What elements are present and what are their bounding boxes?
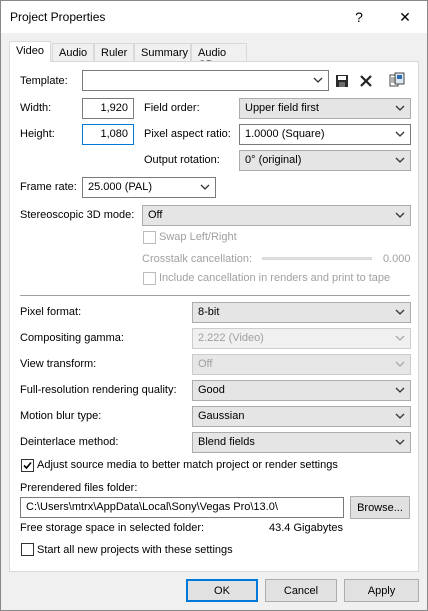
tab-audio-cd[interactable]: Audio CD (191, 43, 247, 71)
view-transform-select[interactable]: Off (192, 354, 411, 375)
tab-audio[interactable]: Audio (52, 43, 94, 61)
browse-button[interactable]: Browse... (350, 496, 410, 519)
free-space-label: Free storage space in selected folder: (20, 522, 205, 534)
height-label: Height: (20, 128, 55, 140)
tab-summary-label: Summary (141, 47, 189, 59)
stereo-3d-select[interactable]: Off (142, 205, 411, 226)
pixel-format-select[interactable]: 8-bit (192, 302, 411, 323)
save-icon (336, 75, 348, 87)
pixel-aspect-combo[interactable]: 1.0000 (Square) (239, 124, 411, 145)
match-media-settings-icon (389, 72, 405, 87)
compositing-gamma-label: Compositing gamma: (20, 332, 124, 344)
field-order-value: Upper field first (245, 102, 319, 114)
width-label: Width: (20, 102, 52, 114)
compositing-gamma-value: 2.222 (Video) (198, 332, 264, 344)
view-transform-label: View transform: (20, 358, 97, 370)
match-media-button[interactable] (388, 71, 406, 89)
crosstalk-label: Crosstalk cancellation: (142, 253, 253, 265)
close-icon: ✕ (399, 8, 411, 25)
pixel-format-value: 8-bit (198, 306, 220, 318)
width-input[interactable]: 1,920 (82, 98, 134, 119)
field-order-label: Field order: (144, 102, 200, 114)
save-template-button[interactable] (333, 72, 351, 90)
chevron-down-icon (395, 157, 405, 163)
deinterlace-select[interactable]: Blend fields (192, 432, 411, 453)
frame-rate-combo[interactable]: 25.000 (PAL) (82, 177, 216, 198)
frame-rate-value: 25.000 (PAL) (88, 181, 153, 193)
chevron-down-icon (395, 309, 405, 315)
template-label: Template: (20, 75, 68, 87)
crosstalk-slider[interactable] (262, 257, 372, 260)
output-rotation-select[interactable]: 0° (original) (239, 150, 411, 171)
chevron-down-icon (395, 131, 405, 137)
output-rotation-label: Output rotation: (144, 154, 220, 166)
ok-button[interactable]: OK (186, 579, 258, 602)
stereo-3d-value: Off (148, 209, 163, 221)
help-button[interactable]: ? (339, 1, 379, 33)
start-all-projects-checkbox[interactable] (21, 543, 34, 556)
output-rotation-value: 0° (original) (245, 154, 302, 166)
free-space-value: 43.4 Gigabytes (269, 522, 343, 534)
cancel-button[interactable]: Cancel (265, 579, 337, 602)
motion-blur-label: Motion blur type: (20, 410, 102, 422)
adjust-source-checkbox[interactable] (21, 459, 34, 472)
help-icon: ? (355, 9, 363, 25)
crosstalk-value: 0.000 (383, 253, 411, 265)
adjust-source-label: Adjust source media to better match proj… (37, 459, 338, 471)
compositing-gamma-select[interactable]: 2.222 (Video) (192, 328, 411, 349)
motion-blur-select[interactable]: Gaussian (192, 406, 411, 427)
delete-template-button[interactable] (357, 72, 375, 90)
frame-rate-label: Frame rate: (20, 181, 77, 193)
fullres-quality-select[interactable]: Good (192, 380, 411, 401)
start-all-projects-label: Start all new projects with these settin… (37, 544, 233, 556)
chevron-down-icon (395, 361, 405, 367)
chevron-down-icon (200, 184, 210, 190)
tab-audio-label: Audio (59, 47, 88, 59)
tab-summary[interactable]: Summary (134, 43, 191, 61)
title-bar: Project Properties ? ✕ (1, 1, 427, 33)
template-combo[interactable] (82, 70, 329, 91)
include-cancellation-label: Include cancellation in renders and prin… (159, 272, 391, 284)
chevron-down-icon (395, 105, 405, 111)
chevron-down-icon (313, 77, 323, 83)
pixel-aspect-label: Pixel aspect ratio: (144, 128, 231, 140)
video-tab-panel: Template: Width: 1,920 Field order: Uppe… (9, 61, 419, 572)
apply-button[interactable]: Apply (344, 579, 419, 602)
swap-left-right-label: Swap Left/Right (159, 231, 237, 243)
chevron-down-icon (395, 413, 405, 419)
delete-icon (360, 75, 372, 87)
prerendered-folder-label: Prerendered files folder: (20, 482, 138, 494)
deinterlace-label: Deinterlace method: (20, 436, 119, 448)
chevron-down-icon (395, 335, 405, 341)
tab-video[interactable]: Video (9, 41, 51, 62)
motion-blur-value: Gaussian (198, 410, 245, 422)
deinterlace-value: Blend fields (198, 436, 255, 448)
swap-left-right-checkbox[interactable] (143, 231, 156, 244)
checkmark-icon (23, 461, 32, 470)
close-button[interactable]: ✕ (385, 1, 425, 33)
include-cancellation-checkbox[interactable] (143, 272, 156, 285)
field-order-select[interactable]: Upper field first (239, 98, 411, 119)
pixel-aspect-value: 1.0000 (Square) (245, 128, 325, 140)
tab-ruler[interactable]: Ruler (94, 43, 134, 61)
fullres-quality-label: Full-resolution rendering quality: (20, 384, 177, 396)
chevron-down-icon (395, 439, 405, 445)
tab-video-label: Video (16, 45, 44, 57)
stereo-3d-label: Stereoscopic 3D mode: (20, 209, 135, 221)
pixel-format-label: Pixel format: (20, 306, 82, 318)
chevron-down-icon (395, 387, 405, 393)
prerendered-folder-input[interactable]: C:\Users\mtrx\AppData\Local\Sony\Vegas P… (20, 497, 344, 518)
view-transform-value: Off (198, 358, 213, 370)
project-properties-dialog: Project Properties ? ✕ Video Audio Ruler… (0, 0, 428, 611)
chevron-down-icon (395, 212, 405, 218)
tab-ruler-label: Ruler (101, 47, 128, 59)
height-input[interactable]: 1,080 (82, 124, 134, 145)
fullres-quality-value: Good (198, 384, 225, 396)
section-divider (20, 295, 410, 296)
window-title: Project Properties (10, 10, 106, 24)
